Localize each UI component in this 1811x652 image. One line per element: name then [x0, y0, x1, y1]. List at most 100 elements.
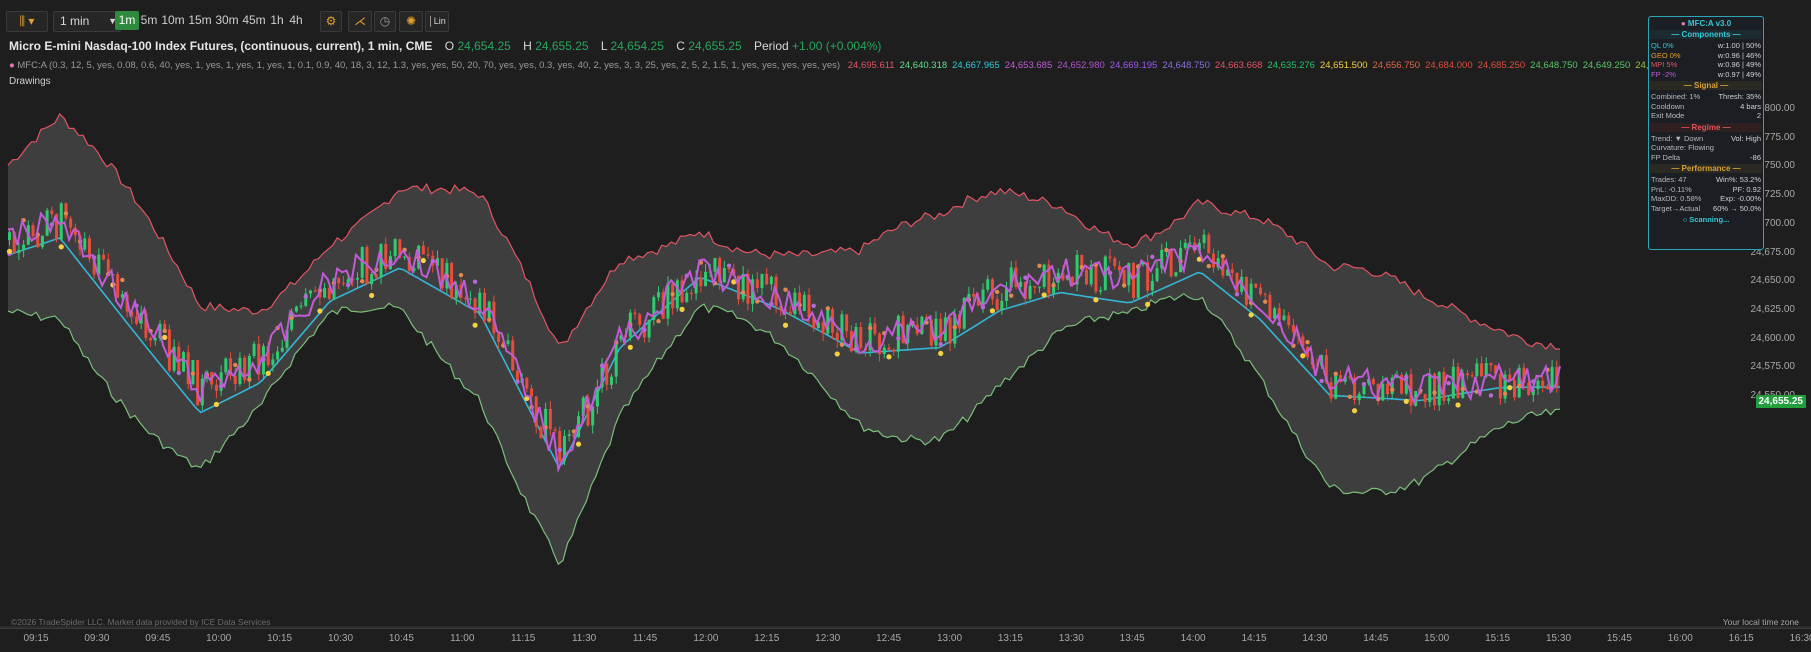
entry-dot	[265, 370, 271, 376]
performance-header: — Performance —	[1650, 164, 1762, 173]
entry-dot	[1300, 353, 1306, 359]
candle-body	[807, 294, 811, 318]
time-axis[interactable]: 09:15 09:30 09:45 10:00 10:15 10:30 10:45 11:00…	[0, 628, 1811, 652]
candle-body	[1150, 280, 1154, 291]
signal-dot	[1009, 293, 1014, 298]
entry-dot	[472, 322, 478, 328]
chart-type-button[interactable]: ⫼ ▾	[6, 11, 48, 32]
panel-title-text: MFC:A v3.0	[1687, 19, 1732, 28]
time-axis-label: 13:15	[997, 633, 1023, 644]
panel-row: GEO 0% w:0.96 | 46%	[1649, 51, 1763, 61]
replay-button[interactable]: ✺	[399, 11, 423, 32]
signal-dot	[1051, 283, 1056, 288]
panel-row-key: Trades: 47	[1651, 175, 1687, 184]
indicator-value: 24,684.000	[1425, 60, 1473, 71]
indicator-legend[interactable]: ● MFC:A (0.3, 12, 5, yes, 0.08, 0.6, 40,…	[9, 60, 1683, 71]
low-label: L	[600, 39, 608, 53]
panel-row: Cooldown 4 bars	[1649, 102, 1763, 112]
timeframe-1h[interactable]: 1h	[267, 11, 287, 30]
timeframe-30m[interactable]: 30m	[213, 11, 241, 30]
open-value: 24,654.25	[457, 39, 511, 53]
timeframe-45m[interactable]: 45m	[240, 11, 268, 30]
signal-dot	[1121, 283, 1127, 288]
signal-dot	[458, 272, 464, 278]
entry-dot	[420, 257, 426, 264]
signal-dot	[825, 306, 831, 311]
open-label: O	[444, 39, 455, 53]
candle-body	[1188, 242, 1192, 244]
panel-row: Trend: ▼ Down Vol: High	[1649, 134, 1763, 144]
signal-dot	[1361, 382, 1367, 387]
signal-dot	[388, 259, 393, 264]
candle-body	[64, 203, 68, 219]
lin-label: Lin	[433, 16, 446, 26]
indicator-value: 24,663.668	[1214, 60, 1263, 71]
time-axis-label: 15:45	[1606, 633, 1632, 644]
signal-dot	[1305, 340, 1310, 345]
signal-dot	[896, 336, 901, 341]
clock-button[interactable]: ◷	[374, 11, 396, 32]
entry-dot	[1093, 297, 1099, 303]
candle-body	[116, 274, 120, 298]
entry-dot	[938, 350, 944, 356]
signal-dot	[190, 371, 196, 376]
signal-dot	[740, 290, 746, 295]
signal-dot	[1263, 299, 1268, 304]
candle-body	[1498, 373, 1502, 399]
signal-dot	[472, 279, 478, 284]
candle-body	[8, 232, 11, 240]
candle-body	[276, 351, 280, 360]
entry-dot	[162, 334, 168, 340]
candle-body	[341, 283, 345, 285]
candle-body	[939, 318, 943, 341]
signal-dot	[557, 447, 562, 453]
line-tool-button[interactable]: │Lin	[425, 11, 449, 32]
candle-body	[59, 203, 63, 240]
timeframe-10m[interactable]: 10m	[159, 11, 187, 30]
candle-body	[1108, 256, 1112, 259]
entry-dot	[627, 344, 633, 350]
panel-row-key: MPI 5%	[1651, 60, 1678, 69]
signal-dot	[360, 278, 365, 284]
drawings-label[interactable]: Drawings	[9, 76, 51, 87]
signal-dot	[1446, 381, 1451, 386]
signal-dot	[1319, 378, 1324, 384]
panel-row-value: 60% → 50.0%	[1713, 203, 1761, 213]
candle-body	[882, 347, 886, 355]
time-axis-label: 14:30	[1302, 633, 1328, 644]
panel-row-value: 4 bars	[1740, 101, 1761, 111]
replay-icon: ✺	[405, 14, 417, 28]
signal-dot	[938, 341, 943, 347]
candle-body	[1211, 253, 1215, 268]
settings-button[interactable]: ⚙	[320, 11, 342, 32]
timeframe-5m[interactable]: 5m	[138, 11, 160, 30]
indicator-button[interactable]: ⋌	[348, 11, 372, 32]
candle-body	[252, 343, 256, 357]
indicator-value: 24,648.750	[1530, 60, 1578, 71]
candle-body	[1042, 264, 1046, 287]
candle-body	[1447, 398, 1451, 401]
gear-icon: ⚙	[325, 14, 337, 28]
panel-row-value: Thresh: 35%	[1718, 92, 1761, 101]
candle-body	[1475, 363, 1479, 377]
interval-select[interactable]: 1 min ▼	[53, 11, 121, 32]
timezone-label[interactable]: Your local time zone	[1723, 617, 1799, 627]
price-axis-label: 24,625.00	[1750, 303, 1796, 315]
candle-body	[83, 238, 87, 250]
signal-dot	[63, 211, 69, 216]
candle-body	[948, 317, 952, 344]
candle-body	[1099, 290, 1103, 292]
timeframe-1m[interactable]: 1m	[115, 11, 139, 30]
timeframe-15m[interactable]: 15m	[186, 11, 214, 30]
signal-dot	[952, 324, 958, 330]
panel-row: Target→Actual 60% → 50.0%	[1649, 204, 1763, 214]
signal-dot	[1488, 393, 1494, 398]
entry-dot	[679, 306, 685, 312]
time-axis-label: 15:15	[1485, 633, 1511, 644]
panel-row: Exit Mode 2	[1649, 111, 1763, 121]
price-chart[interactable]	[0, 0, 1811, 628]
signal-dot	[656, 319, 661, 324]
candle-body	[689, 292, 693, 294]
candle-body	[769, 276, 773, 285]
timeframe-4h[interactable]: 4h	[286, 11, 306, 30]
